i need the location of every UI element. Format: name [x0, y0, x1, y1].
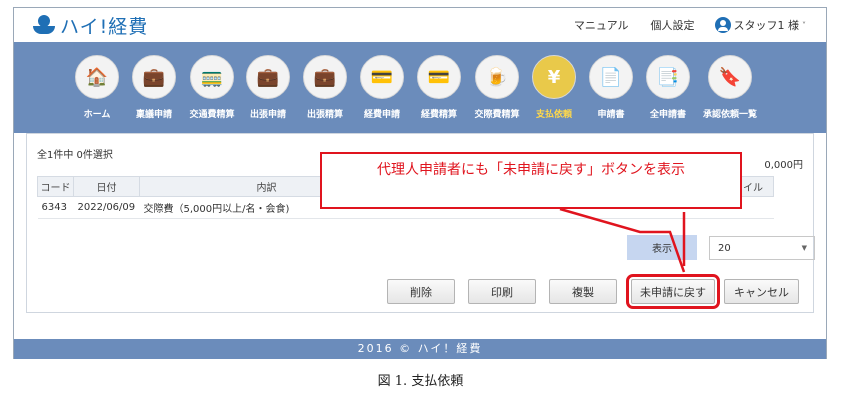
stamp-icon: 🔖: [708, 55, 752, 99]
nav-label: 承認依頼一覧: [702, 110, 757, 120]
app-logo[interactable]: ハイ!経費: [32, 12, 148, 38]
nav-item-9[interactable]: 📄 申請書: [583, 55, 639, 120]
revert-to-unsubmitted-button[interactable]: 未申請に戻す: [626, 274, 720, 309]
nav-item-10[interactable]: 📑 全申請書: [640, 55, 696, 120]
annotation-callout: 代理人申請者にも「未申請に戻す」ボタンを表示: [320, 152, 742, 209]
total-amount: 0,000円: [764, 160, 803, 171]
yen-purse-icon: ¥: [532, 55, 576, 99]
page-size-select[interactable]: 20 ▼: [709, 236, 815, 260]
nav-item-11[interactable]: 🔖 承認依頼一覧: [702, 55, 758, 120]
nav-label: 全申請書: [649, 110, 686, 120]
card-doc-icon: 💳: [360, 55, 404, 99]
manual-link[interactable]: マニュアル: [574, 17, 629, 33]
main-nav: 🏠 ホーム 💼 稟議申請 🚃 交通費精算 💼 出張申請 💼 出張精算 💳 経費申請 💳 経費精算 🍺 交際費精…: [14, 42, 826, 133]
cancel-button[interactable]: キャンセル: [724, 279, 799, 304]
documents-icon: 📑: [646, 55, 690, 99]
nav-item-4[interactable]: 💼 出張精算: [297, 55, 353, 120]
nav-item-1[interactable]: 💼 稟議申請: [126, 55, 182, 120]
nav-item-0[interactable]: 🏠 ホーム: [69, 55, 125, 120]
nav-label: 交通費精算: [189, 110, 235, 120]
nav-label: 出張申請: [249, 110, 286, 120]
drink-money-icon: 🍺: [475, 55, 519, 99]
nav-item-7[interactable]: 🍺 交際費精算: [469, 55, 525, 120]
nav-label: 申請書: [597, 110, 625, 120]
nav-label: 交際費精算: [474, 110, 520, 120]
column-header-code[interactable]: コード: [37, 176, 74, 197]
nav-item-2[interactable]: 🚃 交通費精算: [184, 55, 240, 120]
figure-caption: 図 1. 支払依頼: [377, 374, 464, 389]
dropdown-arrow-icon: ▼: [801, 244, 807, 252]
nav-item-3[interactable]: 💼 出張申請: [240, 55, 296, 120]
nav-item-6[interactable]: 💳 経費精算: [411, 55, 467, 120]
selection-count: 全1件中 0件選択: [37, 150, 113, 161]
nav-label: ホーム: [83, 110, 111, 120]
briefcase-money-icon: 💼: [303, 55, 347, 99]
document-icon: 📄: [589, 55, 633, 99]
nav-item-8[interactable]: ¥ 支払依頼: [526, 55, 582, 120]
nav-label: 稟議申請: [135, 110, 172, 120]
nav-label: 経費精算: [420, 110, 457, 120]
nav-label: 支払依頼: [535, 110, 572, 120]
train-icon: 🚃: [190, 55, 234, 99]
page-size-value: 20: [718, 242, 731, 254]
app-header: ハイ!経費 マニュアル 個人設定 スタッフ1 様 ˅: [14, 8, 826, 42]
settings-link[interactable]: 個人設定: [651, 17, 695, 33]
delete-button[interactable]: 削除: [387, 279, 455, 304]
user-icon: [714, 17, 731, 33]
print-button[interactable]: 印刷: [468, 279, 536, 304]
logo-icon: [32, 12, 56, 35]
cell-code: 6343: [37, 196, 74, 219]
briefcase-doc-icon: 💼: [246, 55, 290, 99]
nav-label: 出張精算: [306, 110, 343, 120]
nav-label: 経費申請: [363, 110, 400, 120]
user-label: スタッフ1 様: [733, 19, 800, 32]
chevron-down-icon: ˅: [802, 20, 806, 30]
nav-item-5[interactable]: 💳 経費申請: [354, 55, 410, 120]
user-menu[interactable]: スタッフ1 様 ˅: [714, 17, 806, 33]
logo-text: ハイ!経費: [60, 15, 149, 38]
copy-button[interactable]: 複製: [549, 279, 617, 304]
header-links: マニュアル 個人設定 スタッフ1 様 ˅: [552, 17, 806, 33]
cell-date: 2022/06/09: [73, 196, 140, 219]
briefcase-doc-icon: 💼: [132, 55, 176, 99]
column-header-date[interactable]: 日付: [73, 176, 140, 197]
home-icon: 🏠: [75, 55, 119, 99]
app-footer: 2016 © ハイ！経費: [14, 339, 826, 359]
card-money-icon: 💳: [417, 55, 461, 99]
page-size-label: 表示: [627, 235, 697, 260]
